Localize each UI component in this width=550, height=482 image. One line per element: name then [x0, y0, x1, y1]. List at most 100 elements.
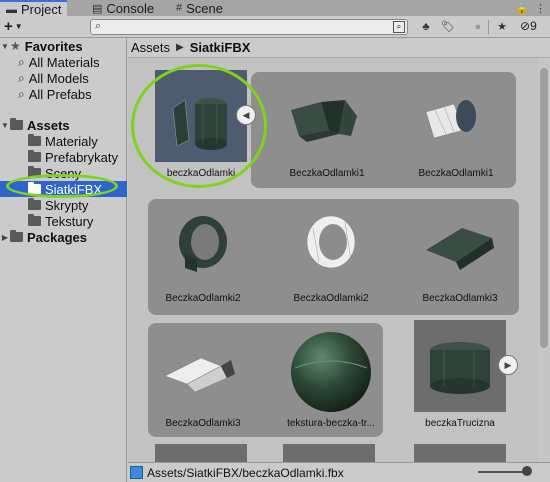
- folder-icon: [28, 214, 41, 226]
- barrel-fragment-preview: [425, 100, 476, 139]
- tree-item-label: All Prefabs: [28, 86, 92, 102]
- tab-scene[interactable]: # Scene: [170, 0, 229, 16]
- hidden-packages-toggle[interactable]: ⊘9: [520, 19, 537, 33]
- folder-icon: [28, 182, 41, 194]
- tree-item-all-models[interactable]: ⌕ All Models: [0, 70, 127, 86]
- asset-thumbnail[interactable]: [414, 198, 506, 290]
- asset-label: tekstura-beczka-tr...: [287, 418, 375, 429]
- asset-thumbnail[interactable]: [414, 320, 506, 412]
- tree-packages[interactable]: ▶ Packages: [0, 229, 127, 245]
- eye-slash-icon: ⊘: [520, 19, 531, 33]
- folder-icon: [28, 198, 41, 210]
- tree-item-all-prefabs[interactable]: ⌕ All Prefabs: [0, 86, 127, 102]
- tree-packages-label: Packages: [27, 229, 87, 245]
- breadcrumb-current[interactable]: SiatkiFBX: [190, 40, 251, 55]
- tree-item-label: Prefabrykaty: [45, 149, 118, 165]
- search-icon: ⌕: [18, 54, 25, 69]
- add-label: +: [4, 18, 13, 35]
- folder-icon: [10, 118, 23, 130]
- folder-icon: [28, 134, 41, 146]
- barrel-ring-preview: [306, 215, 356, 269]
- kebab-menu-icon[interactable]: ⋮: [535, 2, 546, 15]
- tree-item-label: All Models: [28, 70, 89, 86]
- tab-console-label: Console: [106, 0, 155, 16]
- asset-thumbnail[interactable]: [155, 444, 247, 462]
- search-icon: ⌕: [18, 86, 25, 101]
- tree-item-siatkifbx[interactable]: SiatkiFBX: [0, 181, 127, 197]
- zoom-slider-handle[interactable]: [522, 466, 532, 476]
- tree-item-sceny[interactable]: Sceny: [0, 165, 127, 181]
- tree-item-all-materials[interactable]: ⌕ All Materials: [0, 54, 127, 70]
- asset-thumbnail[interactable]: [285, 326, 377, 418]
- expand-arrow-icon[interactable]: ▼: [0, 121, 10, 130]
- folder-icon: ▬: [6, 3, 17, 16]
- asset-thumbnail[interactable]: [283, 444, 375, 462]
- chevron-right-icon: ▶: [176, 42, 184, 53]
- scrollbar-thumb[interactable]: [540, 68, 548, 348]
- barrel-ring-preview: [179, 216, 227, 272]
- tab-bar: ▬ Project ▤ Console # Scene 🔒 ⋮: [0, 0, 550, 17]
- asset-thumbnail[interactable]: [285, 198, 377, 290]
- star-icon: ★: [10, 39, 21, 53]
- collapse-arrow-icon[interactable]: ◀: [236, 105, 256, 125]
- tab-project[interactable]: ▬ Project: [0, 0, 68, 17]
- search-by-type-icon[interactable]: ⌕: [393, 21, 405, 33]
- vertical-scrollbar[interactable]: [538, 58, 550, 462]
- search-icon: ⌕: [95, 20, 102, 32]
- expand-arrow-icon[interactable]: ▶: [0, 233, 10, 242]
- barrel-mesh-preview: [430, 342, 490, 394]
- toolbar-separator: [488, 20, 489, 34]
- tree-assets-label: Assets: [27, 117, 70, 133]
- prefab-icon: [130, 466, 143, 479]
- barrel-fragment-preview: [426, 228, 494, 270]
- tree-item-label: Sceny: [45, 165, 82, 181]
- tree-item-label: Skrypty: [45, 197, 89, 213]
- filter-by-label-icon[interactable]: 🏷: [440, 19, 456, 35]
- asset-thumbnail[interactable]: [414, 444, 506, 462]
- expand-arrow-icon[interactable]: ▼: [0, 42, 10, 51]
- folder-icon: [28, 150, 41, 162]
- asset-label: beczkaTrucizna: [425, 418, 495, 429]
- tree-item-label: SiatkiFBX: [45, 181, 103, 197]
- tree-item-label: Materialy: [45, 133, 98, 149]
- breadcrumb-root[interactable]: Assets: [131, 40, 170, 55]
- breadcrumb: Assets ▶ SiatkiFBX: [128, 38, 550, 58]
- asset-thumbnail[interactable]: [281, 72, 373, 164]
- tree-item-tekstury[interactable]: Tekstury: [0, 213, 127, 229]
- add-asset-button[interactable]: + ▼: [4, 18, 23, 35]
- barrel-fragment-preview: [291, 100, 357, 142]
- project-toolbar: + ▼ ⌕ ⌕ ♣ 🏷 ● ★ ⊘9: [0, 16, 550, 38]
- asset-thumbnail[interactable]: [410, 72, 502, 164]
- asset-label: BeczkaOdlamki2: [165, 293, 241, 304]
- asset-thumbnail[interactable]: [155, 70, 247, 162]
- expand-arrow-icon[interactable]: ▶: [498, 355, 518, 375]
- search-filter-icon[interactable]: ●: [470, 19, 486, 35]
- asset-thumbnail[interactable]: [157, 198, 249, 290]
- folder-tree: ▼ ★ Favorites ⌕ All Materials ⌕ All Mode…: [0, 38, 127, 482]
- selected-asset-path: Assets/SiatkiFBX/beczkaOdlamki.fbx: [147, 465, 344, 480]
- material-sphere-preview: [291, 332, 371, 412]
- search-input[interactable]: [109, 21, 379, 33]
- asset-label: BeczkaOdlamki2: [293, 293, 369, 304]
- tree-favorites-label: Favorites: [24, 38, 83, 54]
- lock-icon[interactable]: 🔒: [515, 2, 529, 15]
- barrel-mesh-preview: [172, 98, 227, 150]
- folder-icon: [28, 166, 41, 178]
- tree-favorites[interactable]: ▼ ★ Favorites: [0, 38, 127, 54]
- asset-label: beczkaOdlamki: [166, 168, 236, 179]
- tree-item-skrypty[interactable]: Skrypty: [0, 197, 127, 213]
- zoom-slider-track[interactable]: [478, 471, 528, 473]
- tree-assets[interactable]: ▼ Assets: [0, 117, 127, 133]
- tab-menu: 🔒 ⋮: [515, 0, 546, 16]
- favorite-star-icon[interactable]: ★: [494, 19, 510, 35]
- filter-by-type-icon[interactable]: ♣: [418, 19, 434, 35]
- tree-item-prefabrykaty[interactable]: Prefabrykaty: [0, 149, 127, 165]
- barrel-fragment-preview: [164, 357, 235, 393]
- hash-icon: #: [176, 2, 183, 14]
- tab-console[interactable]: ▤ Console: [86, 0, 160, 16]
- chevron-down-icon: ▼: [14, 22, 23, 31]
- tree-item-materialy[interactable]: Materialy: [0, 133, 127, 149]
- tab-scene-label: Scene: [186, 0, 223, 16]
- search-field[interactable]: ⌕ ⌕: [90, 19, 408, 35]
- asset-thumbnail[interactable]: [157, 326, 249, 418]
